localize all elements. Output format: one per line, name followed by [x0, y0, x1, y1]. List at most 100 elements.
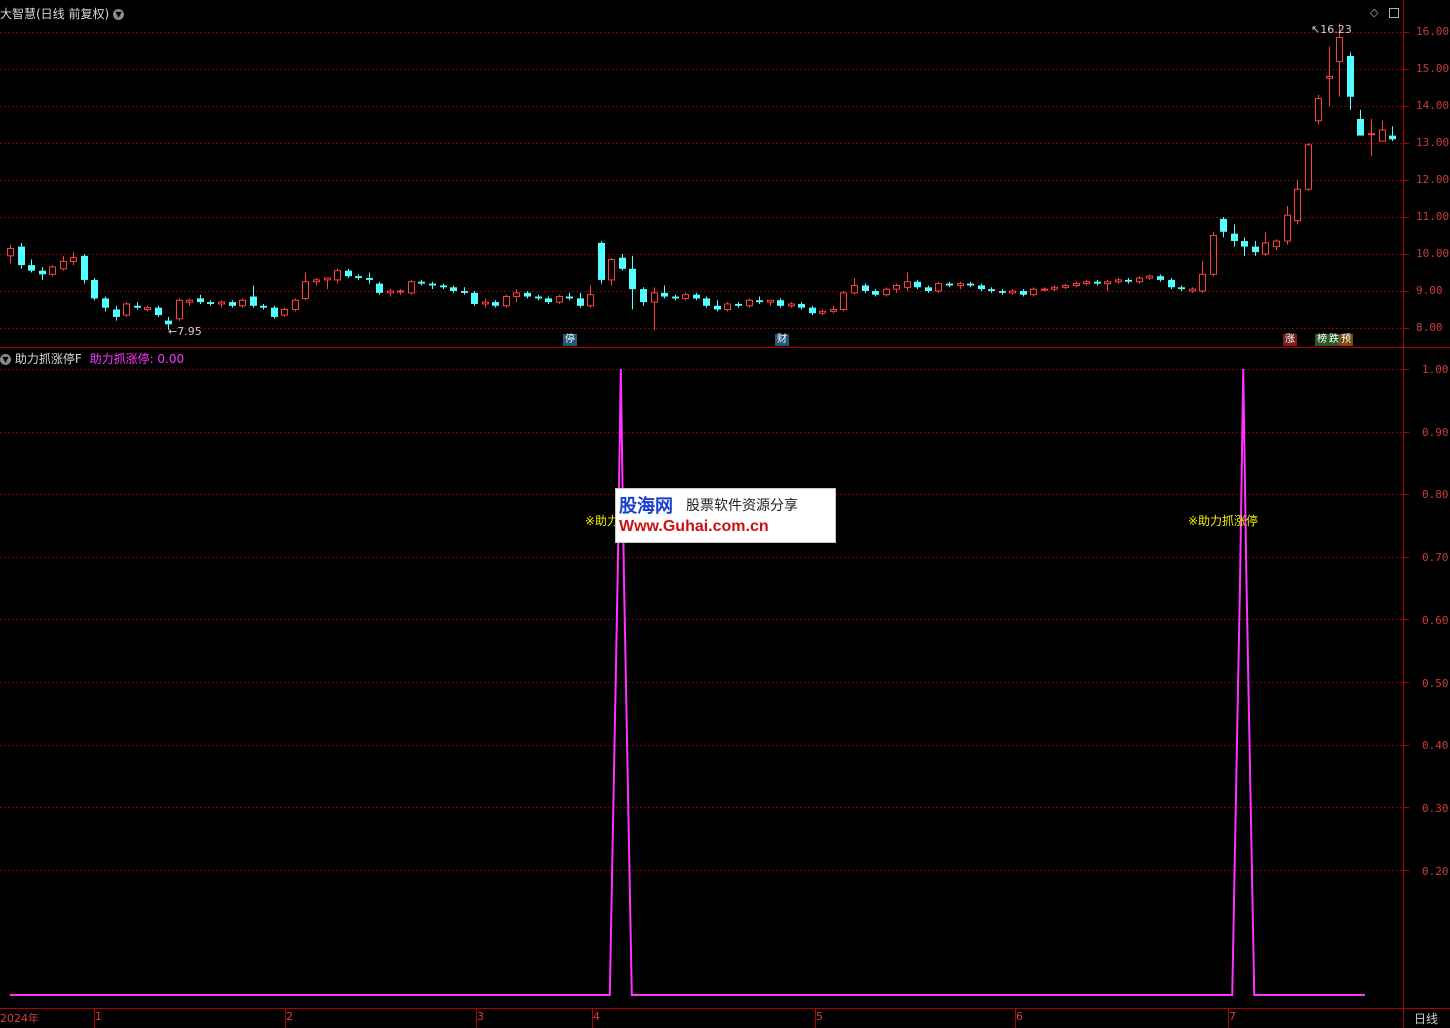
chart-title-row: 大智慧(日线 前复权) ▼ [0, 5, 125, 22]
candle-body [345, 270, 352, 277]
candle-body [1305, 144, 1312, 190]
date-label: 7 [1229, 1010, 1236, 1023]
candle-body [70, 257, 77, 262]
candle-body [239, 299, 246, 307]
candle-body [978, 285, 985, 290]
candle-body [81, 255, 88, 280]
candle-body [587, 294, 594, 307]
candle-body [218, 301, 225, 305]
price-axis: 16.00 15.00 14.00 13.00 12.00 11.00 10.0… [1404, 0, 1450, 348]
candle-body [60, 260, 67, 270]
candle-body [28, 265, 35, 271]
marker-forecast[interactable]: 预 [1339, 334, 1353, 346]
candle-body [49, 266, 56, 275]
indicator-axis: 1.00 0.90 0.80 0.70 0.60 0.50 0.40 0.30 … [1404, 348, 1450, 1008]
candle-body [577, 298, 584, 306]
candle-body [893, 284, 900, 290]
indicator-chart[interactable] [0, 348, 1450, 1008]
candle-body [935, 283, 942, 292]
candle-body [840, 292, 847, 311]
candle-body [925, 287, 932, 291]
price-tick: 12.00 [1416, 173, 1450, 186]
candle-body [1389, 135, 1396, 140]
candle-body [1199, 273, 1206, 292]
candle-body [1326, 75, 1333, 79]
candle-body [176, 299, 183, 320]
candle-body [1294, 188, 1301, 222]
candle-body [735, 303, 742, 306]
indicator-value: 助力抓涨停: 0.00 [89, 352, 185, 366]
candle-body [429, 283, 436, 286]
price-chart[interactable] [0, 0, 1450, 348]
candle-body [207, 302, 214, 304]
maximize-icon[interactable] [1389, 8, 1399, 18]
candle-body [862, 285, 869, 291]
candle-body [545, 298, 552, 303]
indicator-tick: 1.00 [1422, 363, 1449, 376]
date-label: 5 [816, 1010, 823, 1023]
candle-body [387, 290, 394, 294]
price-tick: 9.00 [1416, 284, 1443, 297]
candle-body [619, 257, 626, 269]
indicator-tick: 0.20 [1422, 865, 1449, 878]
candle-body [197, 298, 204, 303]
indicator-name[interactable]: 助力抓涨停F [15, 352, 82, 366]
candle-body [1094, 281, 1101, 284]
candle-body [629, 268, 636, 290]
candle-body [450, 287, 457, 291]
marker-finance[interactable]: 财 [775, 334, 789, 346]
price-tick: 13.00 [1416, 136, 1450, 149]
date-label: 3 [477, 1010, 484, 1023]
price-tick: 16.00 [1416, 25, 1450, 38]
price-tick: 14.00 [1416, 99, 1450, 112]
signal-label-1: ※助力 [585, 514, 620, 528]
candle-body [714, 305, 721, 310]
candle-body [1041, 288, 1048, 291]
candle-body [1220, 218, 1227, 232]
date-label: 2 [286, 1010, 293, 1023]
diamond-icon[interactable]: ◇ [1370, 6, 1378, 19]
watermark-slogan: 股票软件资源分享 [686, 498, 798, 514]
candle-body [1231, 233, 1238, 242]
candle-body [1284, 214, 1291, 242]
candle-body [324, 277, 331, 281]
date-label: 6 [1016, 1010, 1023, 1023]
chevron-down-icon[interactable]: ▼ [0, 354, 11, 365]
candle-body [1062, 284, 1069, 288]
time-axis: 2024年 1 2 3 4 5 6 7 日线 [0, 1008, 1450, 1028]
max-price-label: ↖16.23 [1311, 23, 1352, 36]
date-label: 2024年 [0, 1012, 39, 1025]
candle-body [1073, 283, 1080, 286]
candle-body [334, 270, 341, 281]
candle-body [535, 296, 542, 299]
candle-body [1051, 286, 1058, 290]
candle-body [482, 301, 489, 305]
price-tick: 8.00 [1416, 321, 1443, 334]
marker-limit-up[interactable]: 涨 [1283, 334, 1297, 346]
marker-suspend[interactable]: 停 [563, 334, 577, 346]
candle-body [39, 270, 46, 275]
candle-body [355, 276, 362, 279]
candle-body [967, 283, 974, 286]
period-button[interactable]: 日线 [1414, 1010, 1438, 1027]
candle-body [366, 278, 373, 280]
chevron-down-icon[interactable]: ▼ [113, 9, 125, 20]
candle-body [408, 281, 415, 294]
candle-body [503, 296, 510, 307]
candle-body [830, 309, 837, 312]
candle-body [397, 290, 404, 293]
candle-body [134, 305, 141, 308]
indicator-tick: 0.70 [1422, 551, 1449, 564]
candle-body [492, 302, 499, 306]
candle-body [123, 303, 130, 316]
candle-body [872, 291, 879, 295]
candle-body [556, 296, 563, 303]
candle-body [598, 242, 605, 280]
candle-body [461, 291, 468, 293]
candle-body [471, 292, 478, 304]
candle-body [102, 298, 109, 308]
candle-body [524, 292, 531, 297]
terminal-window: 大智慧(日线 前复权) ▼ ◇ ↖16.23 ←7.95 16.00 15.00… [0, 0, 1450, 1028]
price-tick: 11.00 [1416, 210, 1450, 223]
candle-body [756, 300, 763, 303]
